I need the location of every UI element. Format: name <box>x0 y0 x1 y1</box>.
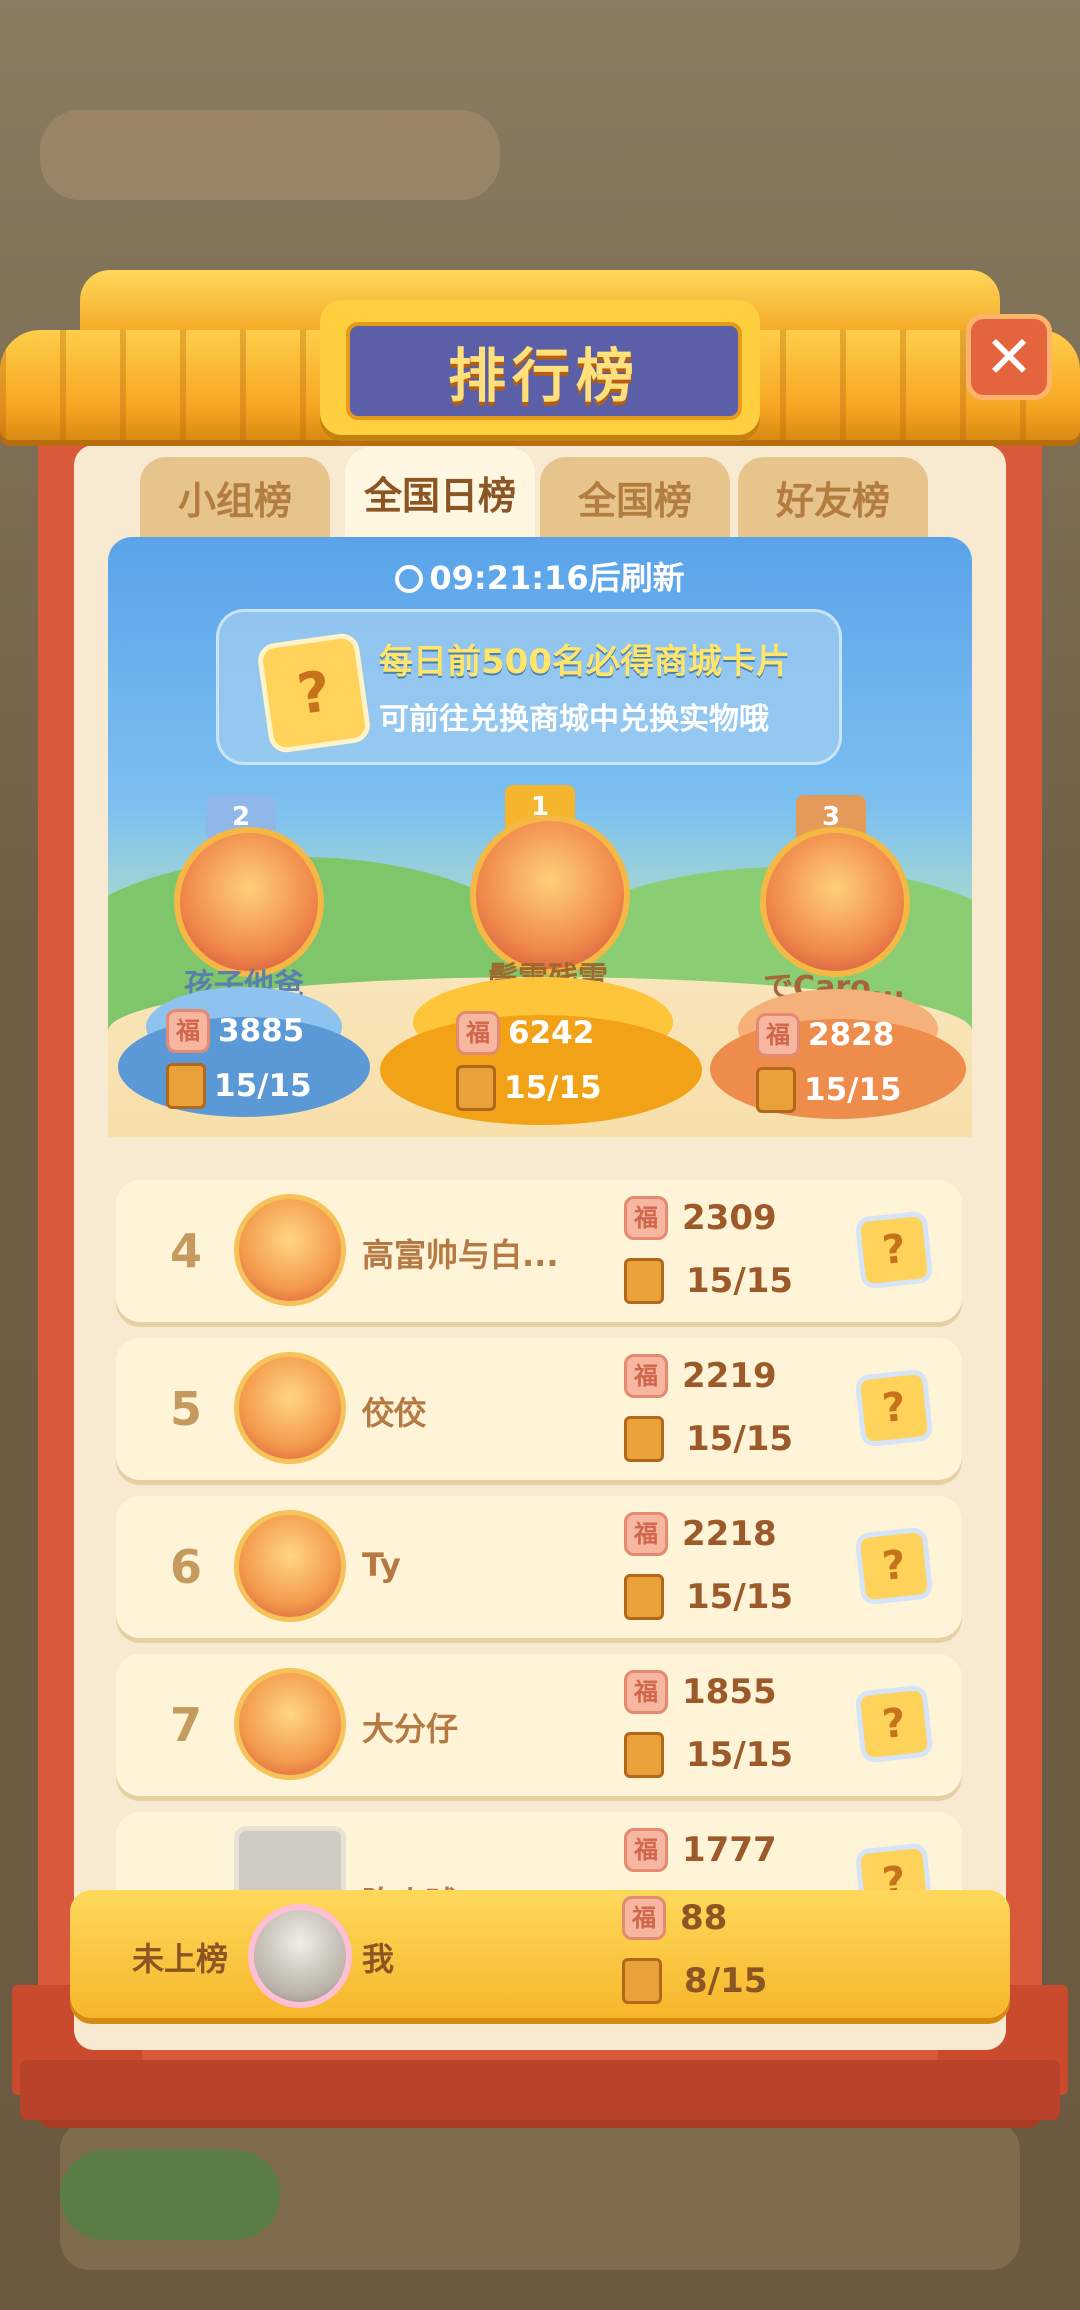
reward-notice[interactable]: ? 每日前500名必得商城卡片 可前往兑换商城中兑换实物哦 <box>216 609 842 765</box>
my-progress: 8/15 <box>622 1958 767 2004</box>
progress: 15/15 <box>166 1063 312 1109</box>
close-icon: ✕ <box>984 323 1034 391</box>
mystery-card-icon: ? <box>255 631 373 755</box>
fu-score: 福 1855 <box>624 1670 777 1714</box>
fu-score: 福 6242 <box>456 1011 594 1055</box>
tab-friends[interactable]: 好友榜 <box>738 457 928 537</box>
book-icon <box>166 1063 206 1109</box>
tab-group[interactable]: 小组榜 <box>140 457 330 537</box>
progress: 15/15 <box>756 1067 902 1113</box>
fu-icon: 福 <box>624 1828 668 1872</box>
fu-icon: 福 <box>622 1896 666 1940</box>
my-fu-score: 福 88 <box>622 1896 727 1940</box>
mystery-card-icon[interactable]: ? <box>854 1526 934 1606</box>
rank-number: 5 <box>169 1382 202 1436</box>
fu-icon: 福 <box>756 1013 800 1057</box>
fu-value: 2219 <box>682 1356 777 1396</box>
my-rank-status: 未上榜 <box>132 1940 229 1978</box>
avatar <box>234 1194 346 1306</box>
player-name: 高富帅与白... <box>362 1236 559 1274</box>
fu-score: 福 3885 <box>166 1009 304 1053</box>
fu-icon: 福 <box>456 1011 500 1055</box>
progress-value: 15/15 <box>686 1261 794 1301</box>
fu-score: 福 2219 <box>624 1354 777 1398</box>
progress-value: 15/15 <box>686 1577 794 1617</box>
avatar <box>760 827 910 977</box>
book-icon <box>624 1574 664 1620</box>
progress: 15/15 <box>624 1258 793 1304</box>
fu-value: 3885 <box>218 1013 305 1049</box>
refresh-countdown: 09:21:16后刷新 <box>108 553 972 599</box>
progress: 15/15 <box>456 1065 602 1111</box>
progress-value: 8/15 <box>684 1961 768 2001</box>
list-item[interactable]: 5 佼佼 福 2219 15/15 ? <box>116 1338 962 1480</box>
tab-national-daily[interactable]: 全国日榜 <box>345 447 535 537</box>
top-three-banner: 09:21:16后刷新 ? 每日前500名必得商城卡片 可前往兑换商城中兑换实物… <box>108 537 972 1137</box>
fu-score: 福 2218 <box>624 1512 777 1556</box>
fu-icon: 福 <box>624 1354 668 1398</box>
backdrop-green-button <box>60 2150 280 2240</box>
book-icon <box>456 1065 496 1111</box>
progress-value: 15/15 <box>214 1068 312 1104</box>
tab-bar: 小组榜 全国日榜 全国榜 好友榜 <box>140 447 940 537</box>
player-name: 佼佼 <box>362 1394 427 1432</box>
page-title: 排行榜 <box>447 342 640 410</box>
fu-icon: 福 <box>624 1670 668 1714</box>
book-icon <box>624 1732 664 1778</box>
tab-national[interactable]: 全国榜 <box>540 457 730 537</box>
progress: 15/15 <box>624 1732 793 1778</box>
progress-value: 15/15 <box>804 1072 902 1108</box>
list-item[interactable]: 7 大分仔 福 1855 15/15 ? <box>116 1654 962 1796</box>
my-name: 我 <box>362 1940 395 1978</box>
close-button[interactable]: ✕ <box>966 314 1052 400</box>
frame-base <box>20 2060 1060 2120</box>
mystery-card-icon[interactable]: ? <box>854 1684 934 1764</box>
avatar <box>234 1510 346 1622</box>
avatar <box>470 815 630 975</box>
player-name: 大分仔 <box>362 1710 459 1748</box>
book-icon <box>624 1258 664 1304</box>
progress-value: 15/15 <box>504 1070 602 1106</box>
rank-number: 6 <box>169 1540 202 1594</box>
my-avatar <box>248 1904 352 2008</box>
fu-icon: 福 <box>624 1196 668 1240</box>
mystery-card-icon[interactable]: ? <box>854 1368 934 1448</box>
book-icon <box>624 1416 664 1462</box>
fu-value: 6242 <box>508 1015 595 1051</box>
fu-icon: 福 <box>166 1009 210 1053</box>
progress-value: 15/15 <box>686 1419 794 1459</box>
avatar <box>174 827 324 977</box>
progress: 15/15 <box>624 1574 793 1620</box>
progress-value: 15/15 <box>686 1735 794 1775</box>
avatar <box>234 1668 346 1780</box>
fu-score: 福 1777 <box>624 1828 777 1872</box>
fu-score: 福 2309 <box>624 1196 777 1240</box>
notice-line2: 可前往兑换商城中兑换实物哦 <box>379 702 769 737</box>
fu-value: 88 <box>680 1898 728 1938</box>
list-item[interactable]: 6 Ty 福 2218 15/15 ? <box>116 1496 962 1638</box>
fu-score: 福 2828 <box>756 1013 894 1057</box>
avatar <box>234 1352 346 1464</box>
title-plate: 排行榜 <box>320 300 760 435</box>
rank-number: 7 <box>169 1698 202 1752</box>
progress: 15/15 <box>624 1416 793 1462</box>
rank-number: 4 <box>169 1224 202 1278</box>
fu-value: 2218 <box>682 1514 777 1554</box>
fu-value: 2828 <box>808 1017 895 1053</box>
player-name: Ty <box>362 1546 401 1584</box>
list-item[interactable]: 4 高富帅与白... 福 2309 15/15 ? <box>116 1180 962 1322</box>
book-icon <box>756 1067 796 1113</box>
countdown-text: 09:21:16后刷新 <box>429 559 685 597</box>
fu-icon: 福 <box>624 1512 668 1556</box>
title-plate-inner: 排行榜 <box>346 322 742 420</box>
my-rank-bar[interactable]: 未上榜 我 福 88 8/15 <box>70 1890 1010 2018</box>
mystery-card-icon[interactable]: ? <box>854 1210 934 1290</box>
fu-value: 1777 <box>682 1830 777 1870</box>
fu-value: 2309 <box>682 1198 777 1238</box>
fu-value: 1855 <box>682 1672 777 1712</box>
book-icon <box>622 1958 662 2004</box>
backdrop-header <box>40 110 500 200</box>
notice-line1: 每日前500名必得商城卡片 <box>379 642 790 682</box>
clock-icon <box>395 565 424 593</box>
